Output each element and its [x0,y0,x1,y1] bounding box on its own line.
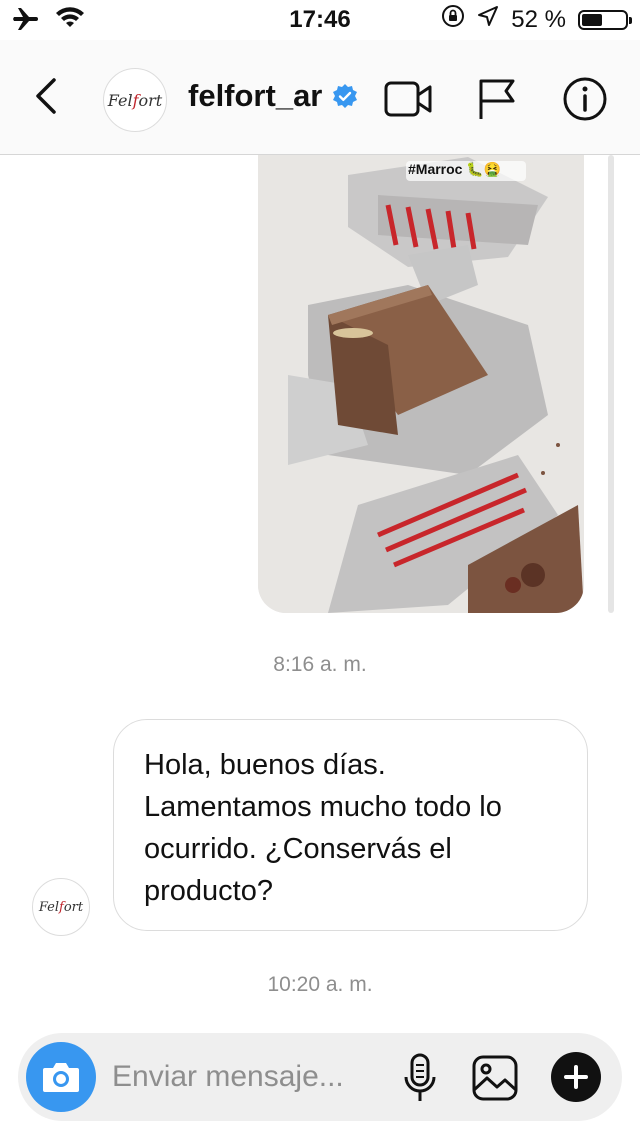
location-icon [477,5,499,34]
received-message-bubble[interactable]: Hola, buenos días. Lamentamos mucho todo… [113,719,588,931]
verified-badge-icon [333,84,358,108]
flag-icon[interactable] [477,77,517,121]
avatar[interactable]: Felfort [103,68,167,132]
info-icon[interactable] [562,76,608,122]
battery-level [582,13,602,26]
report-button[interactable] [472,76,522,122]
message-timestamp: 10:20 a. m. [267,973,373,996]
back-button[interactable] [26,74,70,118]
sender-avatar[interactable]: Felfort [32,878,90,936]
message-timestamp: 8:16 a. m. [273,653,367,676]
back-icon[interactable] [26,74,70,118]
video-call-icon[interactable] [384,79,434,119]
status-right: 52 % [441,4,632,35]
username[interactable]: felfort_ar [188,78,322,114]
message-thread: #Marroc 🐛🤮 8:16 a. m. Felfort Hola, buen… [0,155,640,1025]
photo-caption-tag: #Marroc 🐛🤮 [408,161,502,177]
more-options-button[interactable] [551,1052,601,1102]
plus-icon[interactable] [563,1064,589,1090]
camera-button[interactable] [26,1042,96,1112]
message-composer [18,1033,622,1121]
gallery-icon[interactable] [471,1054,519,1102]
microphone-button[interactable] [398,1051,442,1105]
camera-icon[interactable] [41,1060,81,1094]
chocolate-photo[interactable] [258,155,584,613]
header-actions [384,76,610,122]
battery-icon [578,9,632,30]
shared-photo-message[interactable]: #Marroc 🐛🤮 [258,155,584,613]
avatar-logo: Felfort [38,899,84,915]
microphone-icon[interactable] [402,1053,438,1103]
info-button[interactable] [560,76,610,122]
battery-percent: 52 % [511,5,566,33]
conversation-header: Felfort felfort_ar [0,40,640,155]
avatar-logo: Felfort [107,90,163,110]
username-title[interactable]: felfort_ar [188,78,358,114]
message-input[interactable] [112,1055,392,1099]
video-call-button[interactable] [384,76,434,122]
gallery-button[interactable] [470,1053,520,1103]
orientation-lock-icon [441,4,465,35]
status-bar: 17:46 52 % [0,0,640,40]
scrollbar[interactable] [608,155,614,613]
